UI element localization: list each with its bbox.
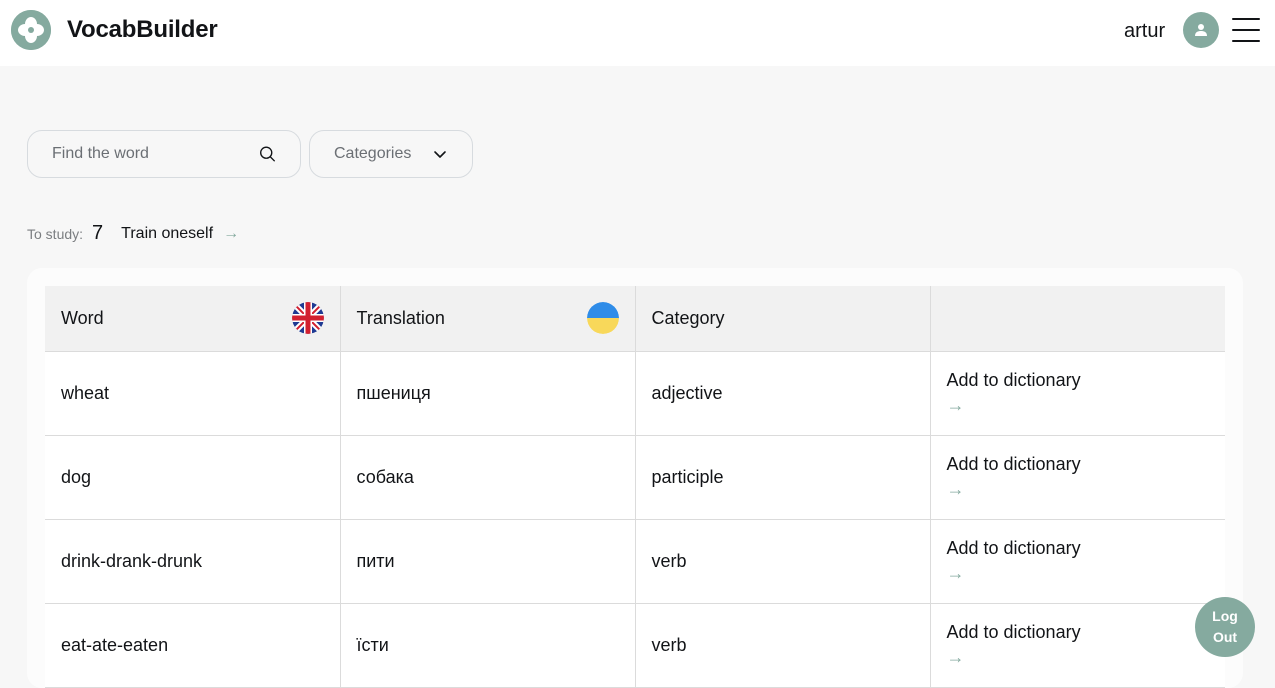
table-row: eat-ate-eaten їсти verb Add to dictionar… [45, 602, 1225, 688]
words-table-container: Word Translation Category wheat пшениця … [27, 268, 1243, 688]
user-name: artur [1124, 20, 1166, 42]
study-bar: To study: 7 Train oneself → [27, 222, 239, 245]
cell-action: Add to dictionary → [929, 434, 1225, 520]
uk-flag-icon [291, 302, 324, 335]
to-study-label: To study: [27, 225, 84, 242]
categories-dropdown[interactable]: Categories [309, 130, 473, 178]
cell-translation: їсти [339, 602, 636, 688]
table-header-row: Word Translation Category [45, 286, 1225, 352]
arrow-right-icon: → [946, 563, 965, 583]
cell-word: drink-drank-drunk [45, 518, 341, 604]
logout-label-line1: Log [1212, 608, 1238, 624]
logo[interactable]: VocabBuilder [11, 10, 218, 50]
chevron-down-icon [434, 151, 446, 158]
burger-menu-icon[interactable] [1230, 18, 1260, 42]
header-action [929, 286, 1225, 352]
add-to-dictionary-button[interactable]: Add to dictionary → [947, 368, 1210, 418]
cell-action: Add to dictionary → [929, 602, 1225, 688]
cell-translation: пити [339, 518, 636, 604]
add-to-dictionary-button[interactable]: Add to dictionary → [947, 620, 1210, 670]
logout-label-line2: Out [1212, 629, 1238, 645]
app-title: VocabBuilder [67, 16, 218, 43]
header: VocabBuilder artur [0, 0, 1275, 66]
arrow-right-icon: → [946, 479, 965, 499]
cell-action: Add to dictionary → [929, 350, 1225, 436]
train-oneself-link[interactable]: Train oneself → [121, 225, 239, 243]
user-icon [1195, 24, 1207, 36]
cell-category: verb [634, 518, 931, 604]
words-table: Word Translation Category wheat пшениця … [45, 286, 1225, 688]
arrow-right-icon: → [946, 647, 965, 667]
search-box [27, 130, 301, 178]
cell-category: verb [634, 602, 931, 688]
train-label: Train oneself [121, 224, 214, 242]
header-category: Category [634, 286, 931, 352]
cell-category: participle [634, 434, 931, 520]
cell-category: adjective [634, 350, 931, 436]
cell-word: dog [45, 434, 341, 520]
cell-translation: пшениця [339, 350, 636, 436]
search-icon[interactable] [259, 144, 276, 164]
arrow-right-icon: → [223, 224, 240, 242]
categories-label: Categories [334, 145, 412, 162]
logout-button[interactable]: Log Out [1195, 597, 1255, 657]
add-to-dictionary-button[interactable]: Add to dictionary → [947, 536, 1210, 586]
table-row: dog собака participle Add to dictionary … [45, 434, 1225, 520]
to-study-count: 7 [92, 222, 104, 244]
table-row: wheat пшениця adjective Add to dictionar… [45, 350, 1225, 436]
header-word: Word [45, 286, 341, 352]
arrow-right-icon: → [946, 395, 965, 415]
header-translation: Translation [339, 286, 636, 352]
cell-word: wheat [45, 350, 341, 436]
cell-word: eat-ate-eaten [45, 602, 341, 688]
table-row: drink-drank-drunk пити verb Add to dicti… [45, 518, 1225, 604]
user-avatar[interactable] [1183, 12, 1219, 48]
ukraine-flag-icon [586, 302, 619, 335]
add-to-dictionary-button[interactable]: Add to dictionary → [947, 452, 1210, 502]
search-input[interactable] [52, 145, 259, 163]
cell-action: Add to dictionary → [929, 518, 1225, 604]
cell-translation: собака [339, 434, 636, 520]
logo-icon [11, 10, 51, 50]
